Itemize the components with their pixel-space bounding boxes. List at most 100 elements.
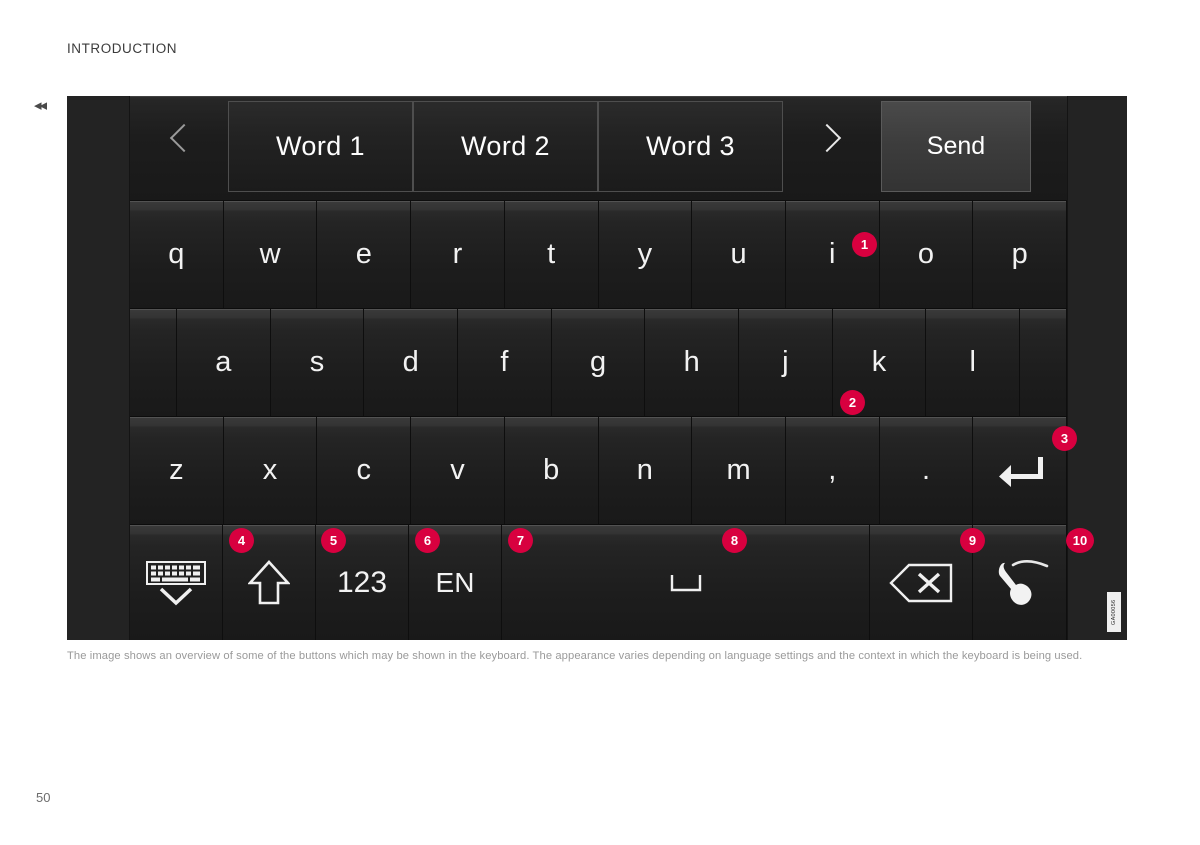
callout-badge-9: 9 <box>960 528 985 553</box>
suggestion-word-3-button[interactable]: Word 3 <box>598 101 783 192</box>
suggestion-word-1-label: Word 1 <box>276 131 365 161</box>
key-label: k <box>871 346 887 378</box>
key-o[interactable]: o <box>879 201 974 308</box>
key-w[interactable]: w <box>223 201 318 308</box>
key-label: q <box>168 238 185 270</box>
callout-badge-10: 10 <box>1066 528 1094 553</box>
key-label: i <box>829 238 836 270</box>
space-bar-icon <box>669 571 703 595</box>
key-v[interactable]: v <box>411 417 505 524</box>
next-suggestions-button[interactable] <box>783 96 881 200</box>
backspace-icon <box>888 562 954 604</box>
chevron-left-icon <box>166 123 199 171</box>
keyboard-function-row: 123 EN <box>130 525 1067 640</box>
key-row-home-left-filler <box>130 309 177 416</box>
key-label: d <box>402 346 419 378</box>
key-s[interactable]: s <box>270 309 365 416</box>
key-h[interactable]: h <box>645 309 740 416</box>
key-label: o <box>917 238 935 270</box>
key-label: s <box>309 346 325 378</box>
key-z[interactable]: z <box>130 417 224 524</box>
numbers-label: 123 <box>336 565 388 599</box>
key-n[interactable]: n <box>598 417 693 524</box>
handwriting-button[interactable] <box>973 525 1067 640</box>
key-row-home-right-filler <box>1020 309 1068 416</box>
chevron-right-icon <box>812 123 845 171</box>
callout-badge-6: 6 <box>415 528 440 553</box>
key-m[interactable]: m <box>692 417 786 524</box>
key-period[interactable]: . <box>879 417 974 524</box>
callout-badge-8: 8 <box>722 528 747 553</box>
key-x[interactable]: x <box>223 417 318 524</box>
key-u[interactable]: u <box>692 201 786 308</box>
key-label: w <box>259 238 281 270</box>
key-c[interactable]: c <box>317 417 412 524</box>
on-screen-keyboard: Word 1 Word 2 Word 3 Send q w e r t y u … <box>130 96 1094 640</box>
suggestion-word-3-label: Word 3 <box>646 131 735 161</box>
hide-keyboard-icon <box>145 560 207 606</box>
suggestion-word-2-button[interactable]: Word 2 <box>413 101 598 192</box>
backspace-button[interactable] <box>870 525 973 640</box>
callout-badge-4: 4 <box>229 528 254 553</box>
device-bezel-left <box>67 96 130 640</box>
callout-badge-7: 7 <box>508 528 533 553</box>
key-label: z <box>169 454 184 486</box>
key-e[interactable]: e <box>317 201 412 308</box>
key-q[interactable]: q <box>130 201 224 308</box>
space-button[interactable] <box>502 525 870 640</box>
key-label: v <box>450 454 465 486</box>
key-label: r <box>452 238 463 270</box>
figure-id-label: GA00056 <box>1107 592 1121 632</box>
callout-badge-2: 2 <box>840 390 865 415</box>
key-t[interactable]: t <box>504 201 599 308</box>
send-button[interactable]: Send <box>881 101 1031 192</box>
word-suggestion-bar: Word 1 Word 2 Word 3 Send <box>130 96 1067 201</box>
key-label: f <box>500 346 509 378</box>
key-p[interactable]: p <box>973 201 1068 308</box>
key-f[interactable]: f <box>458 309 552 416</box>
suggestion-word-1-button[interactable]: Word 1 <box>228 101 413 192</box>
callout-badge-5: 5 <box>321 528 346 553</box>
keyboard-row-bottom-letters: z x c v b n m , . <box>130 417 1068 525</box>
previous-suggestions-button[interactable] <box>130 96 228 200</box>
key-label: c <box>356 454 372 486</box>
key-label: t <box>547 238 556 270</box>
key-d[interactable]: d <box>364 309 459 416</box>
key-j[interactable]: j <box>739 309 833 416</box>
language-label: EN <box>435 566 475 598</box>
key-l[interactable]: l <box>926 309 1021 416</box>
key-y[interactable]: y <box>598 201 693 308</box>
keyboard-figure: Word 1 Word 2 Word 3 Send q w e r t y u … <box>67 96 1127 640</box>
send-button-label: Send <box>926 132 986 160</box>
suggestion-bar-spacer <box>1031 96 1067 200</box>
hide-keyboard-button[interactable] <box>130 525 223 640</box>
key-comma[interactable]: , <box>785 417 880 524</box>
key-label: x <box>262 454 278 486</box>
figure-caption: The image shows an overview of some of t… <box>67 650 1083 662</box>
key-label: e <box>355 238 372 270</box>
key-label: l <box>969 346 976 378</box>
key-label: y <box>637 238 653 270</box>
key-label: n <box>636 454 653 486</box>
key-label: m <box>726 454 751 486</box>
key-label: a <box>215 346 232 378</box>
key-label: h <box>683 346 700 378</box>
shift-arrow-icon <box>248 559 290 606</box>
device-bezel-right <box>1067 96 1127 640</box>
key-r[interactable]: r <box>411 201 505 308</box>
key-b[interactable]: b <box>504 417 599 524</box>
page-number: 50 <box>36 790 51 805</box>
handwriting-finger-icon <box>989 559 1051 607</box>
key-label: . <box>921 454 930 486</box>
key-label: u <box>730 238 747 270</box>
suggestion-word-2-label: Word 2 <box>461 131 550 161</box>
callout-badge-3: 3 <box>1052 426 1077 451</box>
back-arrows-icon: ◂◂ <box>34 97 47 114</box>
key-a[interactable]: a <box>177 309 271 416</box>
enter-return-icon <box>997 454 1043 488</box>
callout-badge-1: 1 <box>852 232 877 257</box>
key-g[interactable]: g <box>551 309 646 416</box>
page-title: INTRODUCTION <box>67 41 178 56</box>
key-label: b <box>543 454 560 486</box>
keyboard-row-top: q w e r t y u i o p <box>130 201 1068 309</box>
